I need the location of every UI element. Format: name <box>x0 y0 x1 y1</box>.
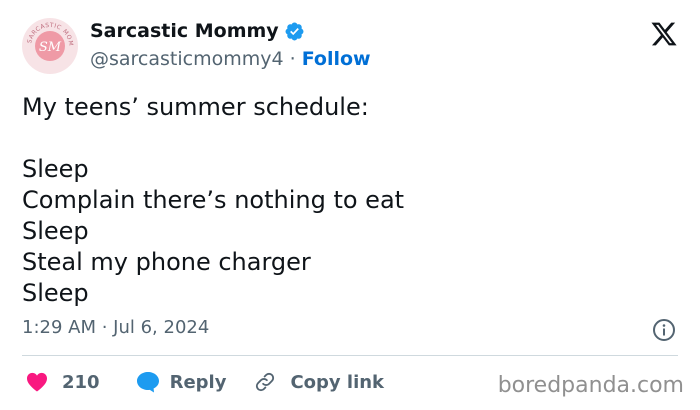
watermark: boredpanda.com <box>497 373 684 398</box>
action-bar: 210 Reply Copy link <box>26 371 384 393</box>
info-icon[interactable] <box>652 318 676 342</box>
author-name-row: Sarcastic Mommy <box>90 20 305 42</box>
tweet-line: Sleep <box>22 155 89 183</box>
separator: · <box>283 48 302 70</box>
tweet-line: Steal my phone charger <box>22 248 311 276</box>
tweet-text: My teens’ summer schedule: Sleep Complai… <box>22 92 404 309</box>
tweet-line <box>22 123 404 154</box>
avatar-initials: SM <box>39 40 62 55</box>
x-logo-icon[interactable] <box>650 20 678 48</box>
tweet-line: My teens’ summer schedule: <box>22 93 369 121</box>
timestamp[interactable]: 1:29 AM · Jul 6, 2024 <box>22 317 209 338</box>
verified-badge-icon <box>284 21 305 42</box>
speech-bubble-icon <box>136 372 159 393</box>
divider <box>22 355 678 356</box>
avatar[interactable]: SARCASTIC MOMMY SM <box>22 18 78 74</box>
reply-label: Reply <box>169 371 227 393</box>
tweet-line: Complain there’s nothing to eat <box>22 186 405 214</box>
copy-link-button[interactable]: Copy link <box>254 371 384 393</box>
like-count: 210 <box>62 371 100 393</box>
like-button[interactable]: 210 <box>26 372 100 393</box>
copy-link-label: Copy link <box>290 371 385 393</box>
avatar-logo: SARCASTIC MOMMY SM <box>22 18 77 73</box>
tweet-line: Sleep <box>22 279 89 307</box>
link-icon <box>256 372 275 392</box>
handle-row: @sarcasticmommy4 · Follow <box>90 48 371 70</box>
tweet-line: Sleep <box>22 217 89 245</box>
follow-button[interactable]: Follow <box>302 48 371 70</box>
handle[interactable]: @sarcasticmommy4 <box>90 48 284 70</box>
display-name[interactable]: Sarcastic Mommy <box>90 20 279 42</box>
reply-button[interactable]: Reply <box>136 371 227 393</box>
heart-icon <box>27 372 47 392</box>
